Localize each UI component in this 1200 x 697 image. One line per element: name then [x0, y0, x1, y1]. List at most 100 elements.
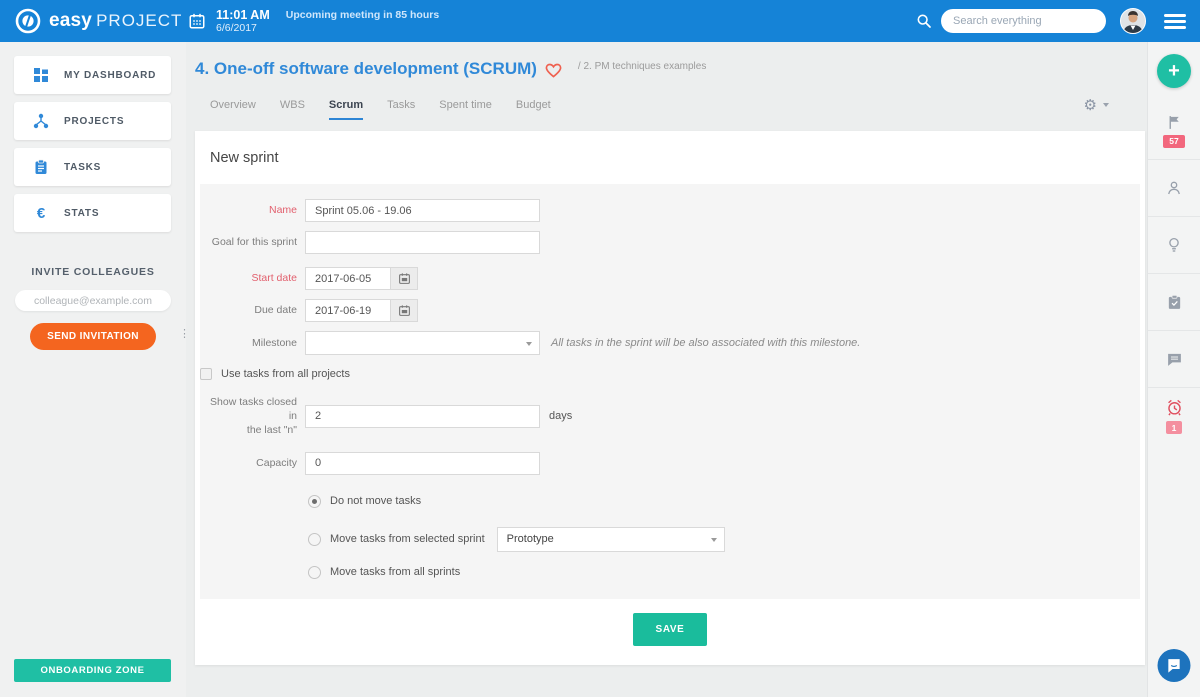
sidebar-item-my-dashboard[interactable]: MY DASHBOARD — [14, 56, 171, 94]
current-date: 6/6/2017 — [216, 22, 257, 35]
live-chat-button[interactable] — [1157, 649, 1191, 682]
search-icon[interactable] — [916, 13, 932, 29]
breadcrumb[interactable]: / 2. PM techniques examples — [578, 61, 706, 72]
milestone-label: Milestone — [252, 336, 297, 349]
chevron-down-icon — [526, 342, 532, 346]
project-tabs: Overview WBS Scrum Tasks Spent time Budg… — [195, 96, 1145, 120]
sidebar-item-tasks[interactable]: TASKS — [14, 148, 171, 186]
sidebar-collapse-handle[interactable]: ⋮ — [179, 329, 190, 340]
goal-input[interactable] — [305, 231, 540, 254]
search-input[interactable] — [941, 9, 1106, 33]
calendar-icon — [398, 305, 410, 316]
right-rail: + 57 1 — [1147, 42, 1200, 697]
new-sprint-form: Name Goal for this sprint Start date — [200, 184, 1140, 599]
send-invitation-button[interactable]: SEND INVITATION — [30, 323, 156, 350]
easyproject-logo-icon — [15, 8, 41, 34]
main-content: 4. One-off software development (SCRUM) … — [186, 42, 1147, 697]
closed-days-input[interactable] — [305, 404, 540, 428]
stats-euro-icon: € — [36, 204, 46, 222]
radio-label: Move tasks from all sprints — [330, 566, 461, 579]
logo-text-project: PROJECT — [96, 11, 183, 30]
due-date-input[interactable] — [305, 299, 391, 322]
due-date-label: Due date — [254, 304, 297, 317]
add-new-button[interactable]: + — [1157, 54, 1191, 88]
chat-icon — [1167, 353, 1181, 366]
tab-tasks[interactable]: Tasks — [387, 99, 415, 120]
rail-tasks-button[interactable] — [1148, 273, 1200, 330]
flag-icon — [1169, 115, 1179, 129]
name-input[interactable] — [305, 199, 540, 222]
alarm-badge: 1 — [1165, 421, 1183, 434]
app-logo[interactable]: easy PROJECT — [0, 8, 186, 34]
use-all-projects-label: Use tasks from all projects — [221, 368, 350, 380]
name-label: Name — [268, 204, 297, 217]
sidebar-item-label: TASKS — [64, 161, 102, 173]
tasks-icon — [35, 159, 47, 174]
save-button[interactable]: SAVE — [632, 612, 708, 646]
projects-icon — [33, 113, 49, 129]
chevron-down-icon — [1103, 103, 1109, 107]
start-date-input[interactable] — [305, 267, 391, 290]
invite-colleagues-section: INVITE COLLEAGUES SEND INVITATION — [0, 266, 186, 350]
logo-text-easy: easy — [49, 10, 93, 31]
rail-users-button[interactable] — [1148, 159, 1200, 216]
tab-scrum[interactable]: Scrum — [328, 99, 364, 120]
left-sidebar: MY DASHBOARD PROJECTS TASKS € STATS INVI… — [0, 42, 186, 697]
chevron-down-icon — [710, 537, 717, 542]
alarm-clock-icon — [1167, 399, 1181, 416]
tab-wbs[interactable]: WBS — [280, 99, 305, 120]
sidebar-item-label: PROJECTS — [64, 115, 125, 127]
tab-spent-time[interactable]: Spent time — [439, 99, 492, 120]
onboarding-zone-button[interactable]: ONBOARDING ZONE — [14, 659, 171, 682]
tab-budget[interactable]: Budget — [516, 99, 551, 120]
top-bar: easy PROJECT 11:01 AM 6/6/2017 Upcoming … — [0, 0, 1200, 42]
favorite-heart-icon[interactable] — [545, 63, 562, 78]
radio-label: Move tasks from selected sprint — [330, 533, 485, 546]
settings-menu-button[interactable]: ⚙ — [1084, 96, 1109, 120]
goal-label: Goal for this sprint — [211, 236, 297, 249]
lightbulb-icon — [1169, 237, 1179, 252]
person-icon — [1168, 181, 1180, 195]
form-title: New sprint — [210, 150, 279, 166]
clipboard-check-icon — [1168, 294, 1180, 309]
radio-move-from-all-sprints[interactable] — [308, 565, 321, 579]
radio-move-from-selected-sprint[interactable] — [308, 532, 321, 546]
days-suffix: days — [549, 410, 573, 423]
radio-label: Do not move tasks — [330, 495, 422, 508]
rail-ideas-button[interactable] — [1148, 216, 1200, 273]
dashboard-icon — [34, 68, 48, 82]
sidebar-item-stats[interactable]: € STATS — [14, 194, 171, 232]
tab-overview[interactable]: Overview — [210, 99, 256, 120]
sidebar-item-label: STATS — [64, 207, 100, 219]
capacity-label: Capacity — [256, 456, 297, 469]
closed-days-label: Show tasks closed in the last "n" — [210, 396, 297, 437]
menu-icon[interactable] — [1164, 11, 1186, 32]
start-date-label: Start date — [251, 272, 297, 285]
rail-messages-button[interactable] — [1148, 330, 1200, 387]
sprint-select[interactable]: Prototype — [496, 526, 725, 552]
invite-email-input[interactable] — [15, 290, 171, 311]
current-time: 11:01 AM — [216, 7, 270, 22]
sprint-select-value: Prototype — [506, 533, 554, 546]
radio-do-not-move-tasks[interactable] — [308, 494, 321, 508]
page-title[interactable]: 4. One-off software development (SCRUM) — [195, 59, 537, 79]
use-all-projects-checkbox[interactable] — [200, 368, 212, 380]
milestone-select[interactable] — [305, 331, 540, 355]
calendar-icon[interactable] — [188, 12, 206, 30]
rail-flags-button[interactable]: 57 — [1148, 102, 1200, 159]
sidebar-item-projects[interactable]: PROJECTS — [14, 102, 171, 140]
rail-reminders-button[interactable]: 1 — [1148, 387, 1200, 444]
due-date-calendar-button[interactable] — [391, 299, 418, 322]
upcoming-meeting-note[interactable]: Upcoming meeting in 85 hours — [286, 9, 439, 21]
milestone-note: All tasks in the sprint will be also ass… — [551, 337, 861, 349]
new-sprint-card: New sprint Name Goal for this sprint Sta… — [195, 131, 1145, 665]
capacity-input[interactable] — [305, 451, 540, 475]
start-date-calendar-button[interactable] — [391, 267, 418, 290]
gear-icon: ⚙ — [1083, 97, 1097, 114]
clock-widget[interactable]: 11:01 AM 6/6/2017 — [216, 8, 270, 34]
sidebar-item-label: MY DASHBOARD — [64, 69, 157, 81]
calendar-icon — [398, 273, 410, 284]
user-avatar[interactable] — [1120, 8, 1146, 34]
invite-title: INVITE COLLEAGUES — [31, 266, 155, 278]
flag-badge: 57 — [1163, 134, 1185, 148]
